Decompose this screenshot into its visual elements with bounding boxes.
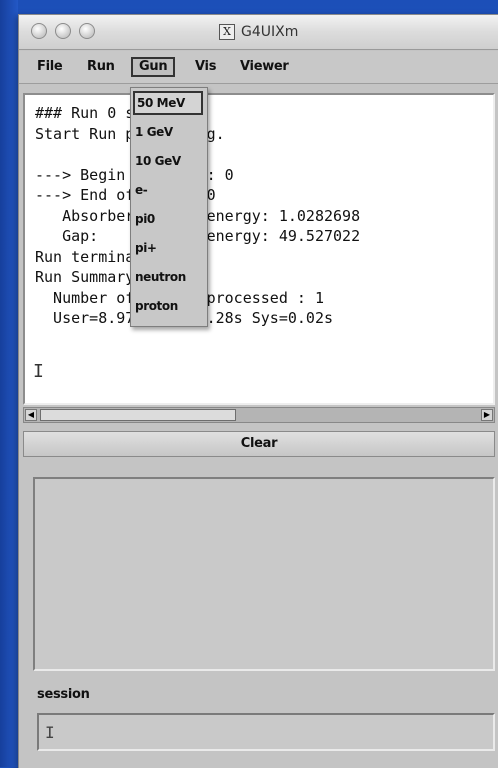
gun-item-proton[interactable]: proton: [135, 294, 178, 318]
scrollbar-thumb[interactable]: [40, 409, 236, 421]
window-title-group: X G4UIXm: [219, 23, 298, 41]
text-cursor: I: [33, 361, 44, 382]
session-caret: I: [45, 723, 55, 742]
gun-item-50mev[interactable]: 50 MeV: [133, 91, 203, 115]
gun-dropdown-menu: 50 MeV 1 GeV 10 GeV e- pi0 pi+ neutron p…: [130, 87, 208, 327]
scroll-left-arrow-icon[interactable]: ◀: [25, 409, 37, 421]
g4uixm-window: X G4UIXm File Run Gun Vis Viewer ### Run…: [18, 14, 498, 768]
zoom-window-button[interactable]: [79, 23, 95, 39]
desktop-background: [0, 0, 18, 767]
gun-item-10gev[interactable]: 10 GeV: [135, 149, 181, 173]
gun-item-pi-plus[interactable]: pi+: [135, 236, 157, 260]
gun-item-pi0[interactable]: pi0: [135, 207, 155, 231]
title-bar[interactable]: X G4UIXm: [19, 15, 498, 50]
menu-viewer[interactable]: Viewer: [234, 57, 295, 77]
session-command-input[interactable]: I: [37, 713, 495, 751]
menu-vis[interactable]: Vis: [189, 57, 222, 77]
close-window-button[interactable]: [31, 23, 47, 39]
window-title: G4UIXm: [241, 24, 299, 40]
gun-item-1gev[interactable]: 1 GeV: [135, 120, 173, 144]
x11-icon: X: [219, 24, 235, 40]
clear-button[interactable]: Clear: [23, 431, 495, 457]
gun-item-electron[interactable]: e-: [135, 178, 148, 202]
menu-bar: File Run Gun Vis Viewer: [19, 51, 498, 84]
menu-file[interactable]: File: [31, 57, 68, 77]
menu-gun[interactable]: Gun: [131, 57, 176, 77]
session-label: session: [37, 687, 90, 702]
history-list[interactable]: [33, 477, 495, 671]
menu-run[interactable]: Run: [81, 57, 121, 77]
horizontal-scrollbar[interactable]: ◀ ▶: [23, 407, 495, 423]
output-text-area[interactable]: ### Run 0 start. Start Run processing. -…: [23, 93, 495, 405]
gun-item-neutron[interactable]: neutron: [135, 265, 186, 289]
minimize-window-button[interactable]: [55, 23, 71, 39]
scroll-right-arrow-icon[interactable]: ▶: [481, 409, 493, 421]
